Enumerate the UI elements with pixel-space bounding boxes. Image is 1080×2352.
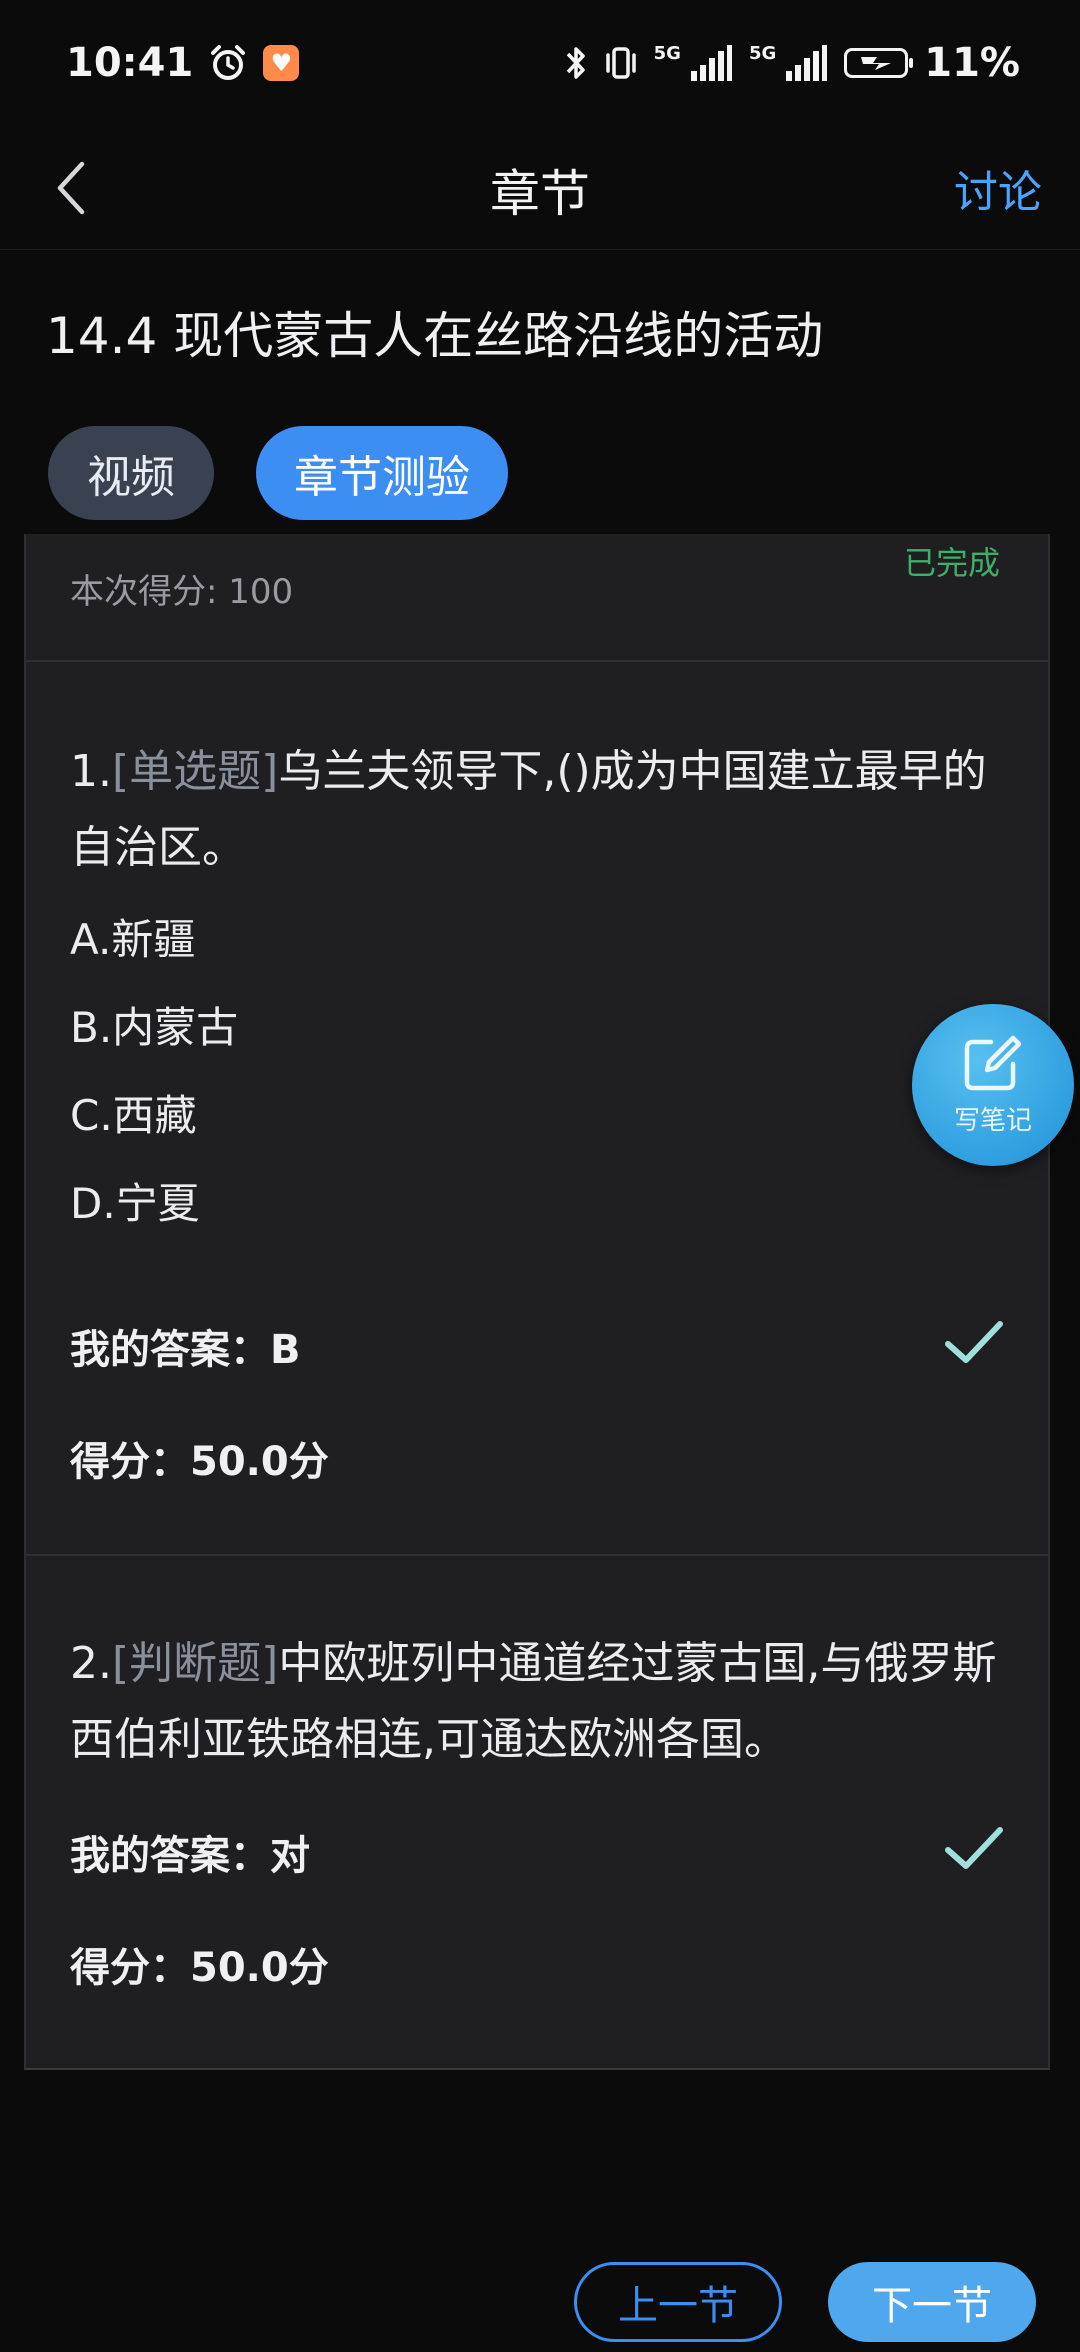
score-row: 得分：50.0分: [70, 1402, 1004, 1514]
my-answer: 我的答案：对: [70, 1833, 310, 1879]
question-item: 1.[单选题]乌兰夫领导下,()成为中国建立最早的自治区。 A.新疆 B.内蒙古…: [26, 734, 1048, 1514]
status-left: 10:41 ♥: [66, 40, 300, 86]
next-section-button[interactable]: 下一节: [828, 2262, 1036, 2342]
battery-percent: 11%: [924, 40, 1020, 86]
total-score: 本次得分: 100: [70, 572, 294, 612]
nav-bar: 章节 讨论: [0, 126, 1080, 250]
question-number: 2.: [70, 1638, 112, 1689]
vibrate-icon: [604, 43, 638, 83]
chapter-title: 14.4 现代蒙古人在丝路沿线的活动: [46, 307, 824, 365]
my-answer-row: 我的答案：B: [70, 1290, 1004, 1402]
status-time: 10:41: [66, 40, 194, 86]
discuss-button[interactable]: 讨论: [954, 156, 1042, 220]
option-list: A.新疆 B.内蒙古 C.西藏 D.宁夏: [70, 896, 1004, 1248]
score-row: 本次得分: 100 已完成: [26, 534, 1048, 662]
status-right: 5G 5G 11%: [564, 40, 1020, 86]
network-type-1: 5G: [653, 42, 681, 64]
check-icon: [945, 1827, 1003, 1869]
write-note-button[interactable]: 写笔记: [912, 1004, 1074, 1166]
question-text: 2.[判断题]中欧班列中通道经过蒙古国,与俄罗斯西伯利亚铁路相连,可通达欧洲各国…: [70, 1626, 1004, 1778]
divider: [26, 1554, 1048, 1556]
page-title: 章节: [490, 165, 590, 223]
question-number: 1.: [70, 746, 112, 797]
bluetooth-icon: [564, 43, 588, 83]
question-type: [判断题]: [111, 1638, 279, 1689]
option-d: D.宁夏: [70, 1179, 200, 1228]
score-row: 得分：50.0分: [70, 1908, 1004, 2020]
signal-icon: [784, 43, 828, 83]
signal-icon: [689, 43, 733, 83]
quiz-card[interactable]: 本次得分: 100 已完成 1.[单选题]乌兰夫领导下,()成为中国建立最早的自…: [24, 534, 1050, 2070]
tab-chapter-quiz[interactable]: 章节测验: [256, 426, 508, 520]
option-a: A.新疆: [70, 915, 196, 964]
status-badge: 已完成: [903, 544, 1000, 582]
alarm-icon: [209, 43, 247, 83]
check-icon: [945, 1321, 1003, 1363]
network-type-2: 5G: [748, 42, 777, 64]
option-b: B.内蒙古: [70, 1003, 239, 1052]
edit-note-icon: [964, 1035, 1022, 1090]
battery-charging-icon: [844, 43, 914, 83]
status-bar: 10:41 ♥ 5G 5G 11%: [0, 0, 1080, 126]
question-item: 2.[判断题]中欧班列中通道经过蒙古国,与俄罗斯西伯利亚铁路相连,可通达欧洲各国…: [26, 1626, 1048, 2020]
question-type: [单选题]: [111, 746, 279, 797]
my-answer-row: 我的答案：对: [70, 1796, 1004, 1908]
my-answer: 我的答案：B: [70, 1327, 301, 1373]
tab-video[interactable]: 视频: [48, 426, 214, 520]
previous-section-button[interactable]: 上一节: [574, 2262, 782, 2342]
question-score: 得分：50.0分: [70, 1945, 329, 1991]
option-c: C.西藏: [70, 1091, 197, 1140]
question-text: 1.[单选题]乌兰夫领导下,()成为中国建立最早的自治区。: [70, 734, 1004, 886]
question-score: 得分：50.0分: [70, 1439, 329, 1485]
health-app-icon: ♥: [263, 43, 300, 83]
write-note-label: 写笔记: [953, 1105, 1032, 1136]
